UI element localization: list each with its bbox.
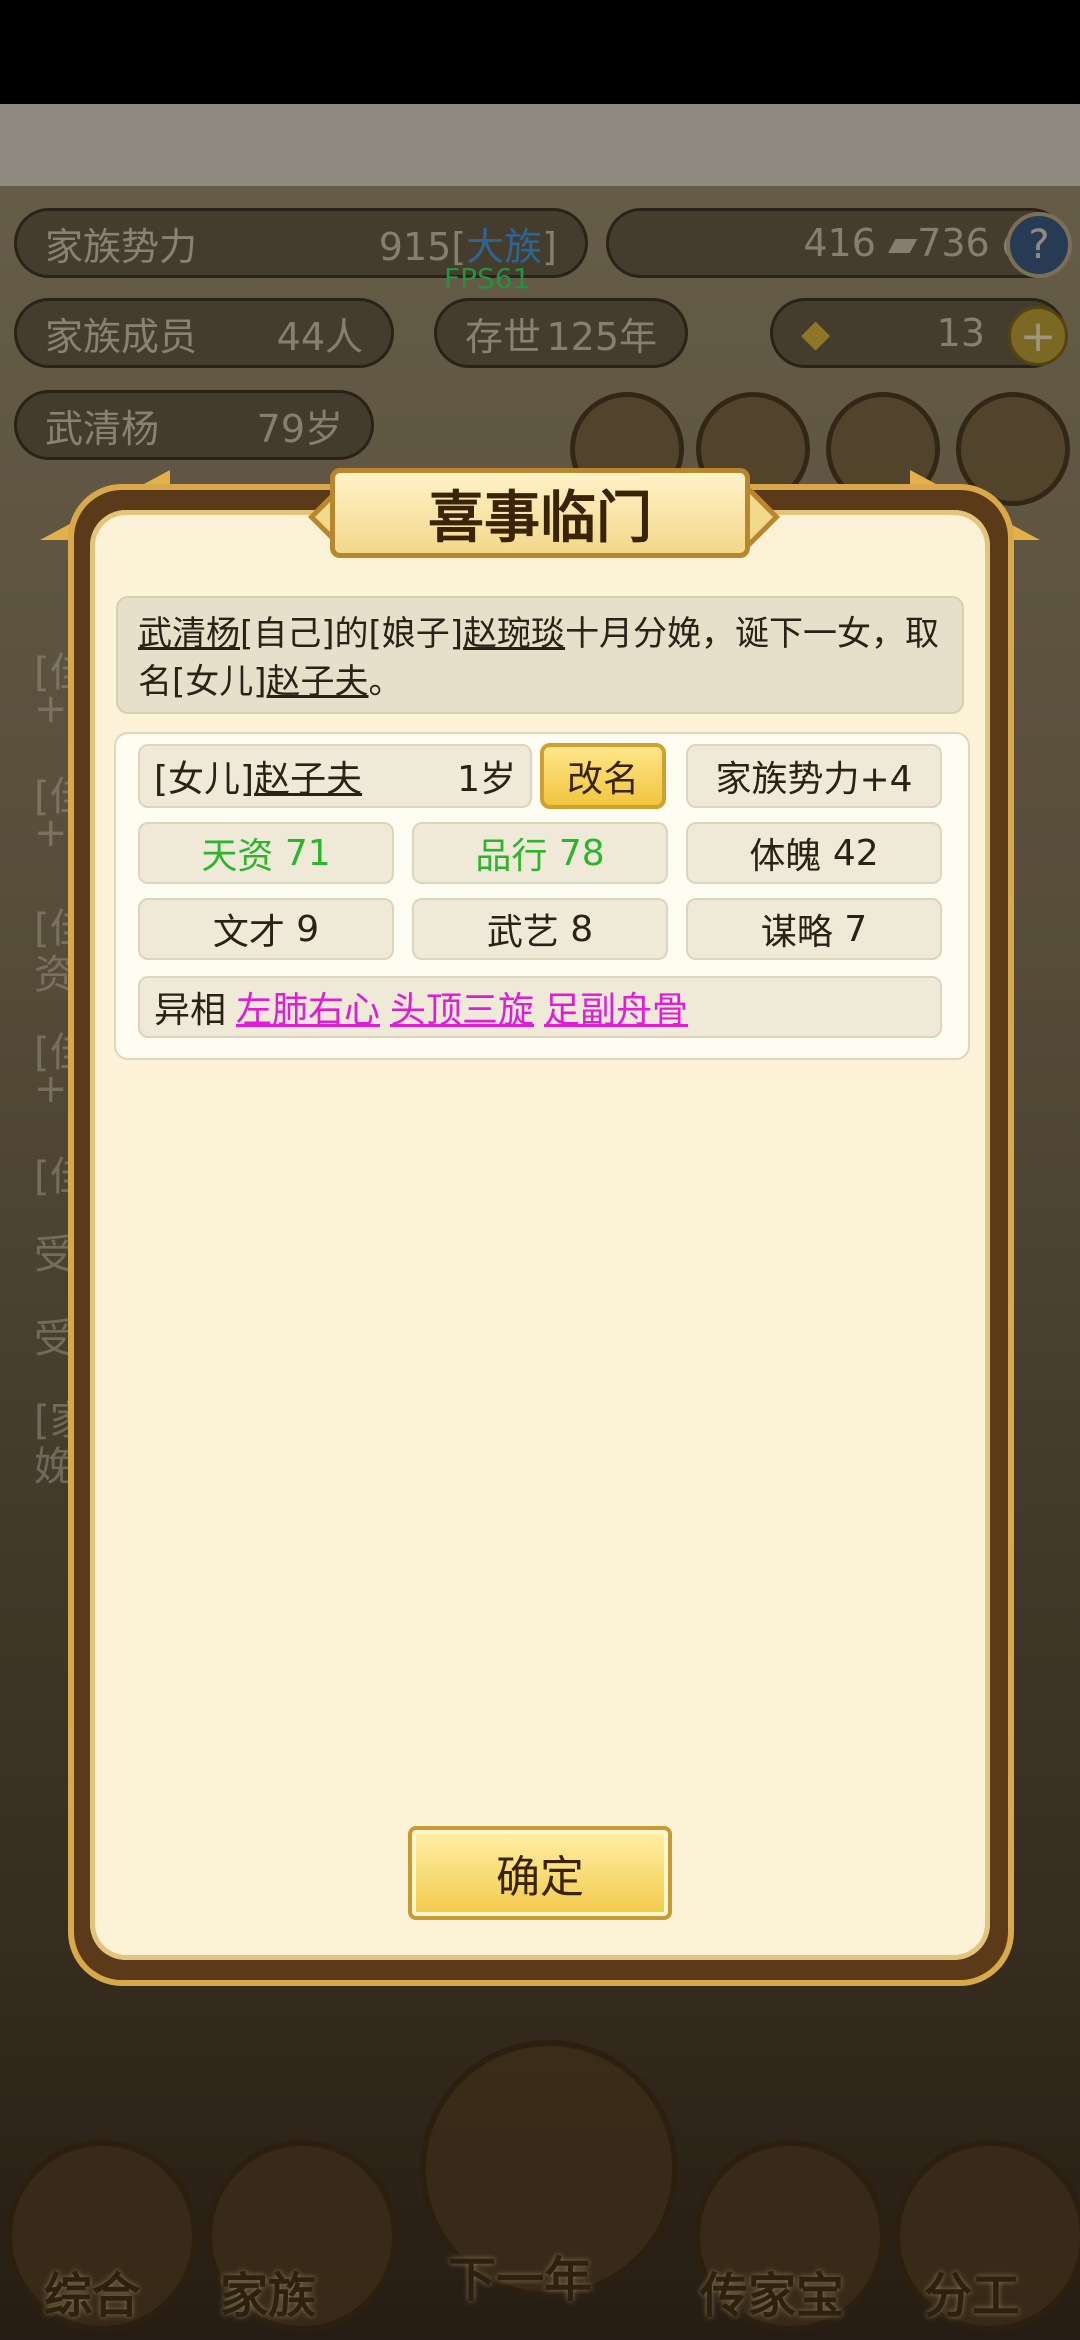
attribute-literary: 文才 9 bbox=[138, 898, 394, 960]
trait-link[interactable]: 左肺右心 bbox=[236, 981, 380, 1033]
traits-row: 异相 左肺右心 头顶三旋 足副舟骨 bbox=[138, 976, 942, 1038]
child-name[interactable]: [女儿]赵子夫 bbox=[154, 750, 362, 802]
traits-label: 异相 bbox=[154, 990, 227, 1031]
child-age: 1岁 bbox=[457, 759, 516, 800]
dialog-title: 喜事临门 bbox=[330, 468, 750, 558]
msg-person-self[interactable]: 武清杨 bbox=[138, 614, 240, 654]
msg-person-daughter[interactable]: 赵子夫 bbox=[267, 662, 369, 702]
event-message: 武清杨[自己]的[娘子]赵琬琰十月分娩，诞下一女，取名[女儿]赵子夫。 bbox=[116, 596, 964, 714]
attribute-physique: 体魄 42 bbox=[686, 822, 942, 884]
msg-text: 。 bbox=[368, 662, 403, 702]
msg-text: [自己]的[娘子] bbox=[240, 614, 464, 654]
attribute-strategy: 谋略 7 bbox=[686, 898, 942, 960]
attribute-talent: 天资 71 bbox=[138, 822, 394, 884]
trait-link[interactable]: 足副舟骨 bbox=[544, 981, 688, 1033]
rename-button[interactable]: 改名 bbox=[540, 743, 666, 809]
attribute-conduct: 品行 78 bbox=[412, 822, 668, 884]
confirm-button[interactable]: 确定 bbox=[408, 1826, 672, 1920]
child-name-cell: [女儿]赵子夫 1岁 bbox=[138, 744, 532, 808]
top-strip bbox=[0, 104, 1080, 186]
attribute-martial: 武艺 8 bbox=[412, 898, 668, 960]
dialog-panel bbox=[90, 510, 990, 1960]
family-power-bonus: 家族势力+4 bbox=[686, 744, 942, 808]
status-bar bbox=[0, 0, 1080, 104]
trait-link[interactable]: 头顶三旋 bbox=[390, 981, 534, 1033]
msg-person-wife[interactable]: 赵琬琰 bbox=[463, 614, 565, 654]
